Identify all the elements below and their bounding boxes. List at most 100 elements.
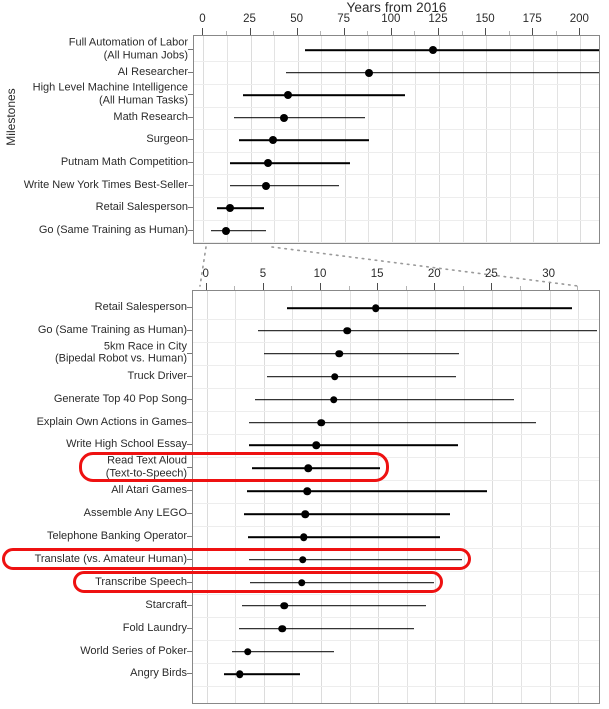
x-tick-major	[438, 28, 439, 35]
data-point	[372, 304, 380, 312]
x-tick-minor	[320, 31, 322, 35]
x-tick-label: 0	[202, 268, 209, 280]
gridline-minor	[521, 291, 522, 703]
x-tick-major	[532, 28, 534, 35]
x-tick-major	[202, 28, 204, 35]
gridline-row	[194, 83, 599, 85]
x-tick-label: 175	[522, 13, 542, 25]
confidence-interval	[249, 559, 462, 561]
row-label-putnam-math-competition: Putnam Math Competition	[60, 155, 188, 168]
row-label-transcribe-speech: Transcribe Speech	[95, 575, 187, 588]
confidence-interval	[229, 162, 351, 164]
x-tick-major	[390, 28, 392, 35]
x-tick-label: 0	[199, 13, 206, 25]
row-label-high-level-machine-intelligence-all-human-tasks: High Level Machine Intelligence (All Hum…	[32, 81, 188, 107]
data-point	[330, 372, 339, 381]
gridline-row	[193, 411, 599, 412]
row-label-generate-top-40-pop-song: Generate Top 40 Pop Song	[53, 392, 187, 405]
data-point	[225, 204, 234, 213]
x-tick-label: 200	[569, 13, 589, 25]
confidence-interval	[250, 582, 435, 584]
gridline-row	[193, 594, 599, 596]
gridline-minor	[509, 36, 511, 243]
x-tick-major	[377, 283, 379, 290]
gridline-row	[193, 365, 599, 367]
row-label-go-same-training-as-human: Go (Same Training as Human)	[38, 223, 188, 236]
gridline-minor	[578, 291, 580, 703]
data-point	[317, 418, 325, 427]
x-tick-major	[485, 28, 487, 35]
row-label-write-high-school-essay: Write High School Essay	[66, 438, 187, 451]
data-point	[297, 579, 306, 587]
gridline-row	[193, 685, 599, 687]
confidence-interval	[252, 467, 381, 470]
data-point	[304, 464, 313, 473]
gridline-major	[439, 36, 440, 243]
gridline-row	[193, 433, 599, 435]
x-tick-major	[434, 283, 436, 290]
row-label-retail-salesperson: Retail Salesperson	[94, 300, 187, 313]
confidence-interval	[239, 139, 370, 142]
x-tick-label: 20	[427, 268, 441, 280]
data-point	[278, 624, 286, 633]
x-tick-label: 125	[428, 13, 448, 25]
gridline-major	[492, 291, 494, 703]
data-point	[280, 113, 289, 122]
data-point	[343, 327, 352, 335]
gridline-row	[194, 129, 599, 131]
x-tick-minor	[405, 286, 407, 290]
gridline-minor	[415, 36, 417, 243]
confidence-interval	[229, 184, 340, 187]
data-point	[312, 441, 321, 450]
gridline-row	[193, 571, 599, 573]
x-tick-minor	[414, 31, 416, 35]
row-label-5km-race-in-city-bipedal-robot-vs-human: 5km Race in City (Bipedal Robot vs. Huma…	[54, 340, 187, 365]
data-point	[236, 670, 244, 679]
x-tick-major	[205, 283, 207, 290]
x-tick-label: 75	[337, 13, 351, 25]
row-label-explain-own-actions-in-games: Explain Own Actions in Games	[36, 415, 187, 428]
x-tick-minor	[555, 31, 557, 35]
row-label-fold-laundry: Fold Laundry	[122, 621, 187, 634]
detail-panel	[192, 290, 600, 704]
gridline-row	[193, 617, 599, 619]
gridline-major	[206, 291, 208, 703]
gridline-row	[193, 319, 599, 321]
x-tick-major	[320, 283, 321, 290]
forecast-chart-figure: Years from 2016 Milestones 0 25 50 75 100 125…	[0, 0, 609, 709]
gridline-row	[193, 342, 599, 344]
confidence-interval	[211, 230, 266, 232]
data-point	[244, 647, 252, 656]
row-label-retail-salesperson: Retail Salesperson	[95, 200, 188, 213]
x-tick-minor	[462, 286, 464, 290]
x-tick-minor	[520, 286, 521, 290]
row-label-assemble-any-lego: Assemble Any LEGO	[83, 506, 187, 519]
row-label-full-automation-of-labor-all-human-jobs: Full Automation of Labor (All Human Jobs…	[68, 36, 188, 62]
gridline-minor	[556, 36, 558, 243]
gridline-minor	[463, 291, 465, 703]
x-tick-minor	[577, 286, 579, 290]
confidence-interval	[242, 604, 427, 607]
row-label-all-atari-games: All Atari Games	[111, 483, 187, 496]
row-label-truck-driver: Truck Driver	[127, 369, 187, 382]
row-label-translate-vs-amateur-human: Translate (vs. Amateur Human)	[34, 552, 187, 565]
x-tick-major	[491, 283, 493, 290]
gridline-minor	[235, 291, 237, 703]
x-tick-label: 25	[484, 268, 498, 280]
gridline-row	[194, 219, 599, 221]
x-tick-label: 50	[290, 13, 303, 25]
confidence-interval	[233, 117, 366, 119]
gridline-row	[193, 456, 599, 458]
gridline-major	[580, 36, 582, 243]
data-point	[261, 181, 270, 190]
x-tick-minor	[226, 31, 227, 35]
gridline-row	[193, 479, 599, 481]
confidence-interval	[238, 627, 414, 630]
row-label-surgeon: Surgeon	[146, 133, 188, 146]
gridline-major	[549, 291, 551, 703]
x-tick-minor	[508, 31, 510, 35]
x-tick-label: 25	[243, 13, 256, 25]
gridline-row	[193, 662, 599, 664]
confidence-interval	[286, 307, 573, 309]
gridline-row	[193, 548, 599, 550]
